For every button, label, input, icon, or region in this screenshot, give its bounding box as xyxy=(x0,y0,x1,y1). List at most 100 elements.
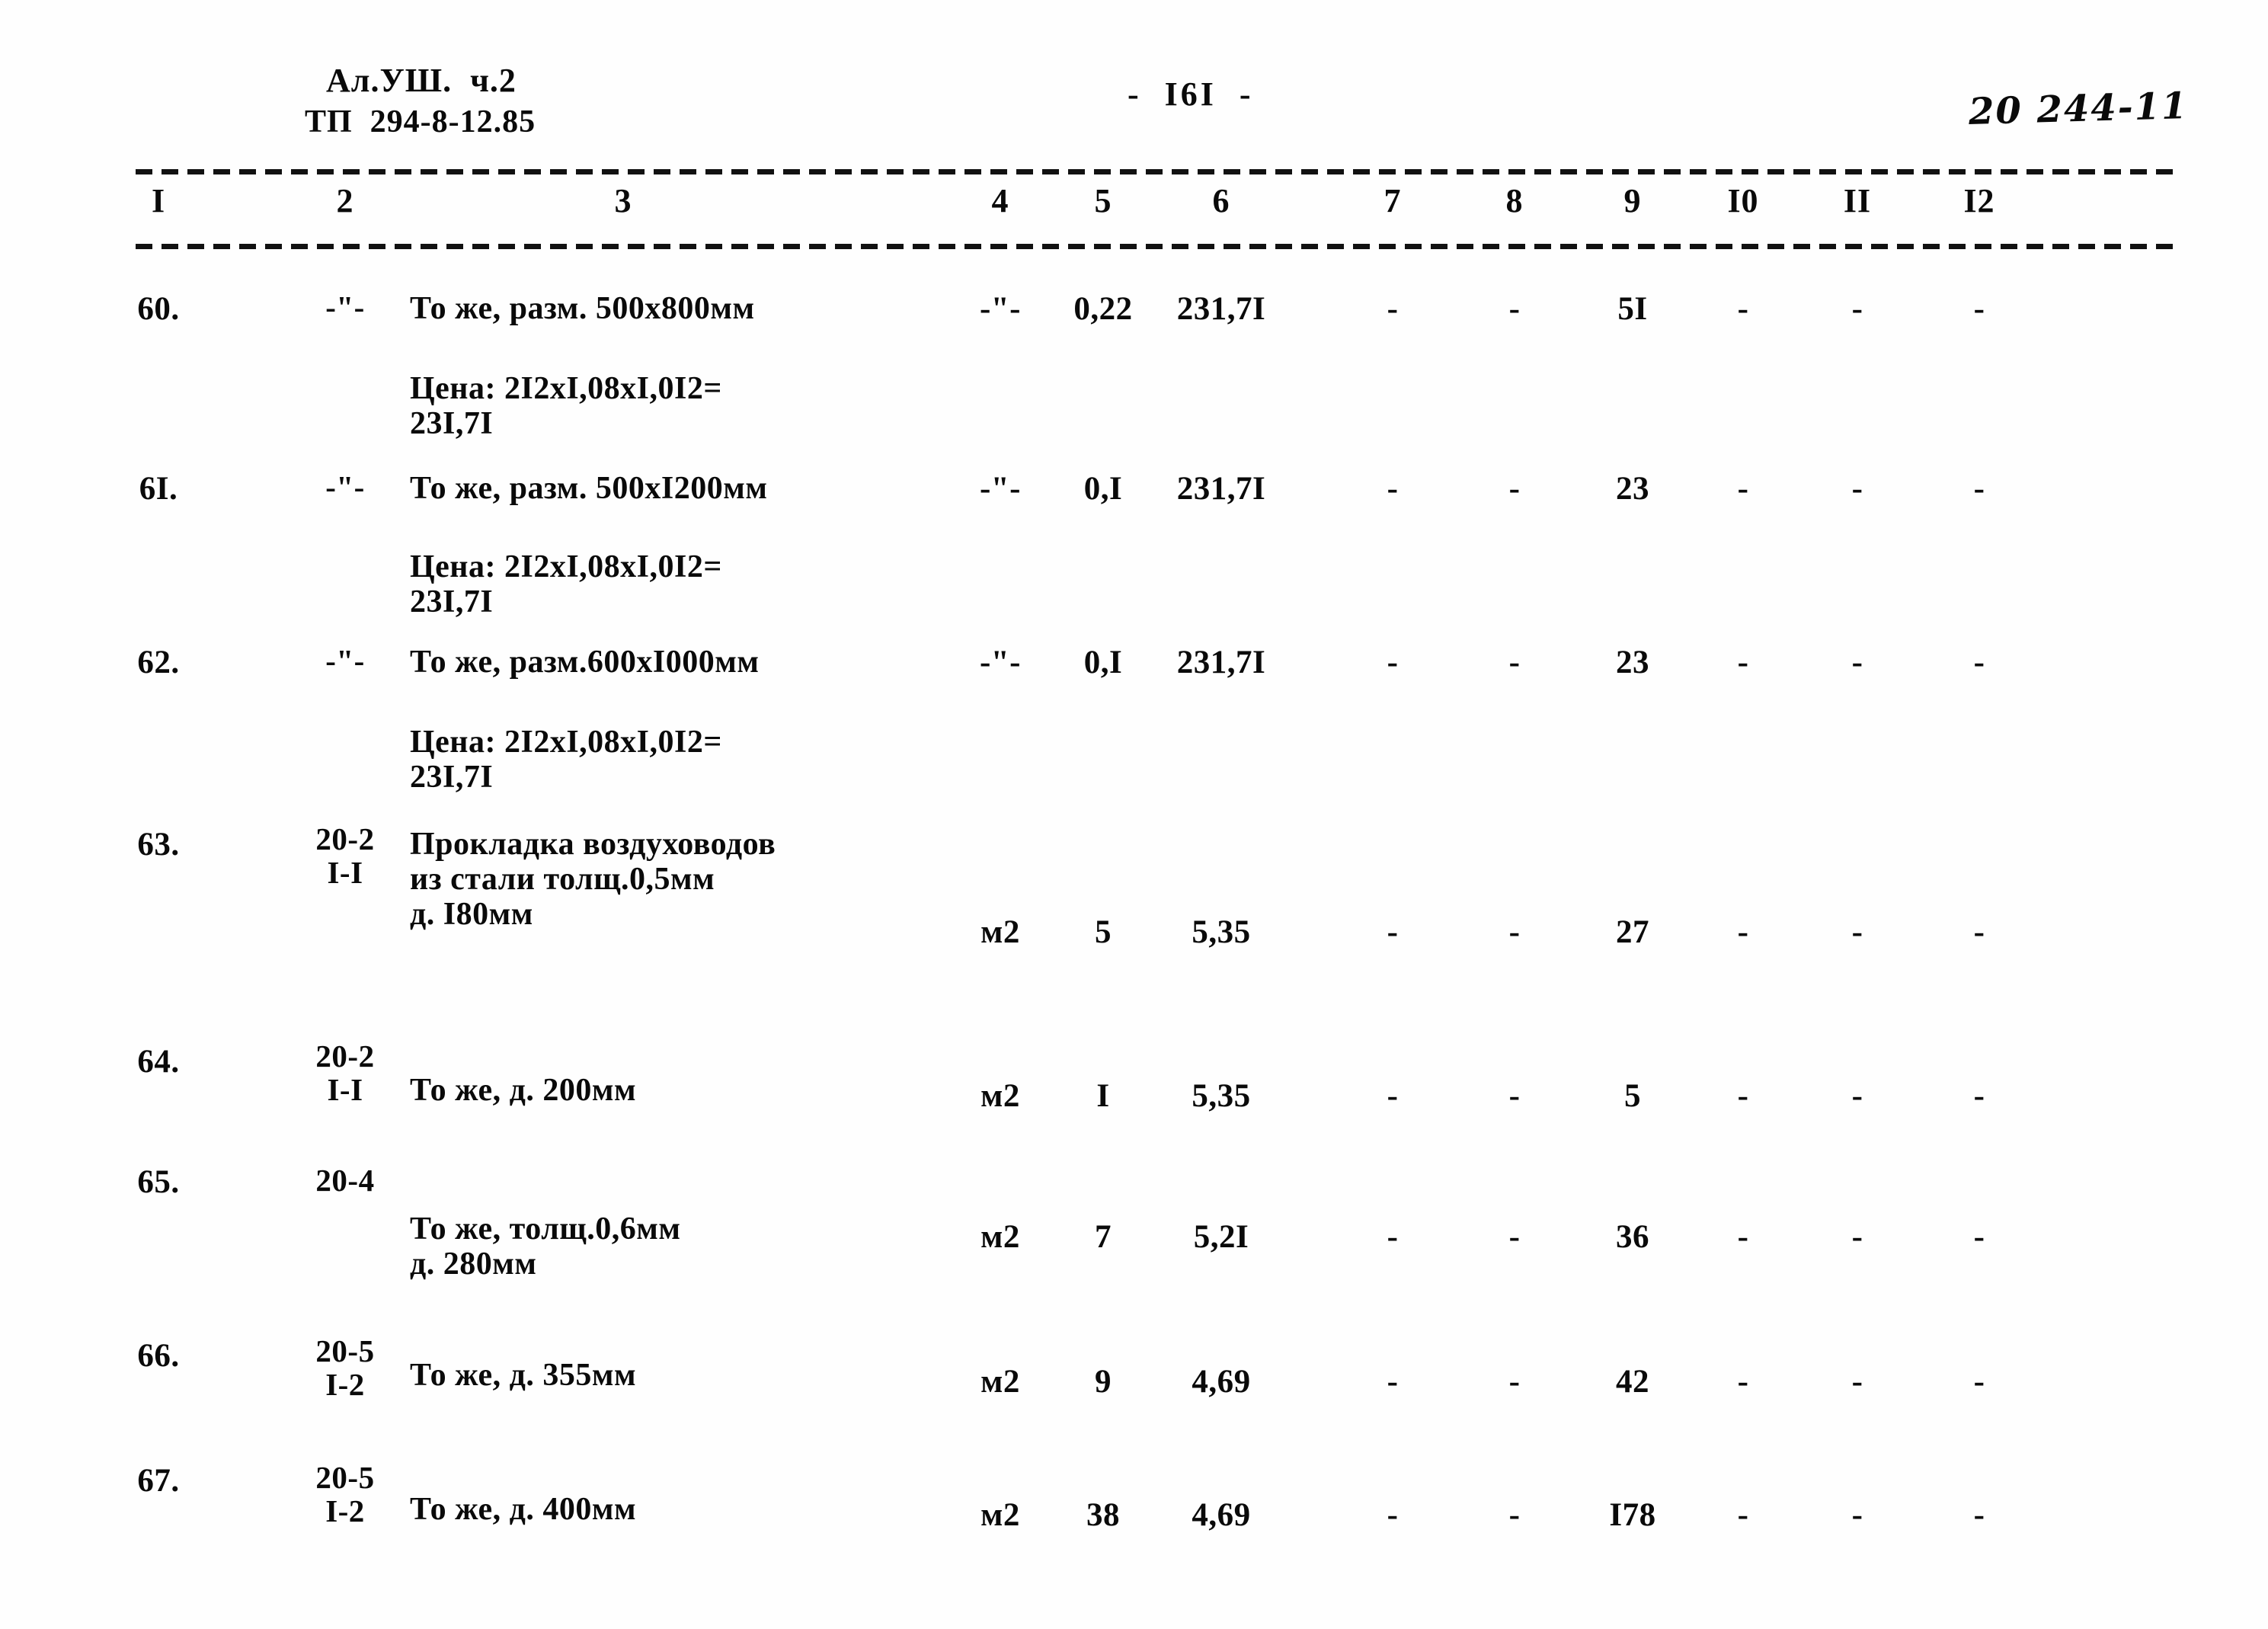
row-col10: - xyxy=(1737,645,1749,680)
row-col9: I78 xyxy=(1609,1497,1656,1533)
column-header-9: 9 xyxy=(1623,182,1642,219)
row-col7: - xyxy=(1387,1497,1399,1533)
row-unit: -"- xyxy=(979,291,1022,327)
row-quantity: I xyxy=(1096,1078,1110,1114)
row-unit: м2 xyxy=(980,1364,1020,1400)
row-col9: 5 xyxy=(1624,1078,1641,1114)
row-col7: - xyxy=(1387,914,1399,950)
row-price: 231,7I xyxy=(1176,471,1266,507)
row-col9: 23 xyxy=(1616,471,1649,507)
row-description: То же, разм.600хI000мм xyxy=(410,645,760,680)
column-header-11: II xyxy=(1843,182,1872,219)
row-code: -"- xyxy=(325,469,365,504)
column-header-5: 5 xyxy=(1094,182,1112,219)
row-description: То же, разм. 500хI200мм xyxy=(410,471,768,506)
row-col12: - xyxy=(1973,914,1985,950)
row-col7: - xyxy=(1387,645,1399,680)
row-col12: - xyxy=(1973,1219,1985,1255)
row-quantity: 38 xyxy=(1086,1497,1120,1533)
row-description-line1: Прокладка воздуховодов xyxy=(410,827,776,862)
row-price: 5,35 xyxy=(1192,914,1251,950)
row-description: То же, д. 200мм xyxy=(410,1073,637,1108)
document-page: Ал.УШ. ч.2 ТП 294-8-12.85 - I 6 I - 20 244… xyxy=(0,0,2268,1629)
row-code-line1: 20-4 xyxy=(315,1163,375,1198)
row-code-line1: 20-5 xyxy=(315,1333,375,1368)
row-quantity: 7 xyxy=(1095,1219,1112,1255)
row-quantity: 0,22 xyxy=(1073,291,1133,327)
table-column-header-row: I 2 3 4 5 6 7 8 9 I0 II I2 xyxy=(136,181,2177,235)
row-col12: - xyxy=(1973,471,1985,507)
row-description: То же, разм. 500х800мм xyxy=(410,291,755,326)
row-col12: - xyxy=(1973,291,1985,327)
row-col10: - xyxy=(1737,1364,1749,1400)
column-header-6: 6 xyxy=(1212,182,1230,219)
row-col11: - xyxy=(1851,471,1863,507)
column-header-10: I0 xyxy=(1727,182,1759,219)
row-col9: 5I xyxy=(1617,291,1648,327)
row-price-note-line2: 23I,7I xyxy=(410,584,494,619)
row-col11: - xyxy=(1851,1078,1863,1114)
row-col10: - xyxy=(1737,291,1749,327)
document-number-handwritten: 20 244-11 xyxy=(1967,84,2189,134)
row-col7: - xyxy=(1387,1078,1399,1114)
column-header-3: 3 xyxy=(614,182,632,219)
row-col7: - xyxy=(1387,1364,1399,1400)
row-col10: - xyxy=(1737,1497,1749,1533)
row-col7: - xyxy=(1387,471,1399,507)
row-number: 60. xyxy=(137,291,180,327)
row-code-line2: I-2 xyxy=(325,1493,365,1528)
row-col10: - xyxy=(1737,914,1749,950)
row-description-line2: д. 280мм xyxy=(410,1247,537,1282)
column-header-12: I2 xyxy=(1963,182,1995,219)
row-col11: - xyxy=(1851,291,1863,327)
row-description: То же, д. 400мм xyxy=(410,1492,637,1527)
row-col11: - xyxy=(1851,645,1863,680)
row-description-line1: То же, толщ.0,6мм xyxy=(410,1211,681,1247)
row-col11: - xyxy=(1851,1497,1863,1533)
row-price-note-line1: Цена: 2I2хI,08хI,0I2= xyxy=(410,725,722,760)
row-number: 67. xyxy=(137,1463,180,1499)
row-col8: - xyxy=(1508,645,1521,680)
column-header-7: 7 xyxy=(1384,182,1402,219)
row-price: 5,35 xyxy=(1192,1078,1251,1114)
row-price: 4,69 xyxy=(1192,1497,1251,1533)
row-code: -"- xyxy=(325,643,365,678)
row-code-line2: I-2 xyxy=(325,1367,365,1402)
row-col10: - xyxy=(1737,1219,1749,1255)
row-number: 64. xyxy=(137,1044,180,1080)
row-col7: - xyxy=(1387,291,1399,327)
row-quantity: 5 xyxy=(1095,914,1112,950)
table-top-rule xyxy=(136,169,2177,174)
row-col8: - xyxy=(1508,1497,1521,1533)
row-col11: - xyxy=(1851,1364,1863,1400)
row-number: 62. xyxy=(137,645,180,680)
row-col10: - xyxy=(1737,1078,1749,1114)
row-price: 5,2I xyxy=(1193,1219,1249,1255)
row-col9: 23 xyxy=(1616,645,1649,680)
row-col9: 27 xyxy=(1616,914,1649,950)
project-designation: ТП 294-8-12.85 xyxy=(305,104,536,139)
row-col11: - xyxy=(1851,1219,1863,1255)
column-header-1: I xyxy=(151,182,166,219)
table-header-rule xyxy=(136,244,2177,249)
row-code-line1: 20-5 xyxy=(315,1460,375,1495)
row-number: 6I. xyxy=(139,471,178,507)
document-header-left: Ал.УШ. ч.2 ТП 294-8-12.85 xyxy=(305,61,536,141)
row-number: 63. xyxy=(137,827,180,863)
row-unit: м2 xyxy=(980,1497,1020,1533)
row-code-line1: 20-2 xyxy=(315,1039,375,1074)
row-col8: - xyxy=(1508,914,1521,950)
row-quantity: 9 xyxy=(1095,1364,1112,1400)
row-col8: - xyxy=(1508,471,1521,507)
row-col8: - xyxy=(1508,291,1521,327)
row-description-line3: д. I80мм xyxy=(410,897,533,932)
row-price-note-line2: 23I,7I xyxy=(410,760,494,795)
row-unit: -"- xyxy=(979,471,1022,507)
column-header-2: 2 xyxy=(336,182,354,219)
row-price-note-line1: Цена: 2I2хI,08хI,0I2= xyxy=(410,549,722,584)
row-quantity: 0,I xyxy=(1083,471,1123,507)
row-quantity: 0,I xyxy=(1083,645,1123,680)
column-header-8: 8 xyxy=(1505,182,1524,219)
row-unit: м2 xyxy=(980,1219,1020,1255)
row-col12: - xyxy=(1973,1497,1985,1533)
